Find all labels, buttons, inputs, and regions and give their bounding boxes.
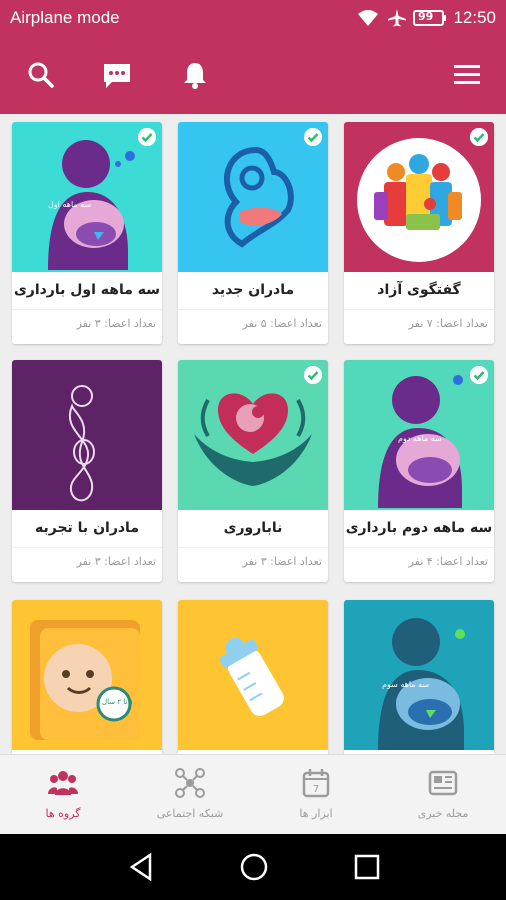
group-members: تعداد اعضا: ۵ نفر [242, 317, 322, 330]
divider [178, 309, 328, 310]
second-trimester-art-label: سه ماهه دوم [398, 434, 442, 443]
experienced-mothers-illustration [12, 360, 162, 510]
calendar-tools-icon: 7 [302, 769, 330, 798]
member-check-icon [304, 366, 322, 384]
chat-icon[interactable] [100, 58, 134, 92]
airplane-icon [388, 9, 406, 27]
baby-bottle-illustration [178, 600, 328, 750]
newspaper-icon [428, 770, 458, 796]
member-check-icon [304, 128, 322, 146]
nav-news-magazine[interactable]: مجله خبری [380, 755, 506, 835]
svg-text:7: 7 [313, 784, 319, 795]
nav-social-network[interactable]: شبکه اجتماعی [127, 755, 253, 835]
third-trimester-illustration [344, 600, 494, 750]
group-members: تعداد اعضا: ۳ نفر [76, 555, 156, 568]
home-icon[interactable] [239, 852, 269, 882]
group-name: سه ماهه دوم بارداری [345, 520, 493, 536]
group-members: تعداد اعضا: ۳ نفر [242, 555, 322, 568]
group-members: تعداد اعضا: ۴ نفر [408, 555, 488, 568]
status-time: 12:50 [453, 8, 496, 27]
search-icon[interactable] [24, 58, 58, 92]
nav-label: گروه ها [45, 807, 81, 820]
group-card-second-trimester[interactable]: سه ماهه دوم سه ماهه دوم بارداری تعداد اع… [344, 360, 494, 582]
member-check-icon [470, 128, 488, 146]
divider [178, 547, 328, 548]
bottom-navigation: مجله خبری 7 ابزار ها شبکه اجتماعی گروه ه… [0, 754, 506, 835]
group-card-free-chat[interactable]: گفتگوی آزاد تعداد اعضا: ۷ نفر [344, 122, 494, 344]
nav-label: شبکه اجتماعی [156, 807, 224, 820]
group-name: سه ماهه اول بارداری [13, 282, 161, 298]
group-card-baby-bottle[interactable] [178, 600, 328, 754]
battery-level: 99 [418, 10, 434, 23]
status-title: Airplane mode [10, 8, 120, 27]
divider [12, 547, 162, 548]
nav-groups[interactable]: گروه ها [0, 755, 126, 835]
baby-album-art-label: ۱ تا ۲ سال [102, 698, 134, 706]
groups-icon [48, 771, 78, 795]
groups-grid: گفتگوی آزاد تعداد اعضا: ۷ نفر مادران جدی… [0, 114, 506, 754]
divider [344, 309, 494, 310]
group-members: تعداد اعضا: ۳ نفر [76, 317, 156, 330]
app-toolbar [0, 36, 506, 114]
nav-label: مجله خبری [417, 807, 469, 820]
group-card-baby-album[interactable]: ۱ تا ۲ سال [12, 600, 162, 754]
social-network-icon [175, 768, 205, 798]
nav-tools[interactable]: 7 ابزار ها [253, 755, 379, 835]
wifi-icon [358, 10, 378, 26]
baby-album-illustration [12, 600, 162, 750]
group-name: مادران با تجربه [35, 520, 139, 536]
group-card-third-trimester[interactable]: سه ماهه سوم [344, 600, 494, 754]
member-check-icon [470, 366, 488, 384]
recents-icon[interactable] [352, 852, 380, 882]
group-card-first-trimester[interactable]: سه ماهه اول سه ماهه اول بارداری تعداد اع… [12, 122, 162, 344]
status-bar: Airplane mode 99 12:50 [0, 0, 506, 36]
divider [344, 547, 494, 548]
system-navigation-bar [0, 834, 506, 900]
back-icon[interactable] [128, 852, 156, 882]
divider [12, 309, 162, 310]
group-name: مادران جدید [211, 282, 295, 298]
group-card-new-mothers[interactable]: مادران جدید تعداد اعضا: ۵ نفر [178, 122, 328, 344]
group-name: گفتگوی آزاد [377, 282, 461, 298]
nav-label: ابزار ها [299, 807, 333, 820]
group-card-infertility[interactable]: ناباروری تعداد اعضا: ۳ نفر [178, 360, 328, 582]
group-card-experienced-mothers[interactable]: مادران با تجربه تعداد اعضا: ۳ نفر [12, 360, 162, 582]
member-check-icon [138, 128, 156, 146]
bell-icon[interactable] [178, 58, 212, 92]
third-trimester-art-label: سه ماهه سوم [382, 680, 430, 689]
group-name: ناباروری [223, 520, 283, 536]
group-members: تعداد اعضا: ۷ نفر [408, 317, 488, 330]
first-trimester-art-label: سه ماهه اول [48, 200, 92, 209]
menu-icon[interactable] [450, 58, 484, 92]
